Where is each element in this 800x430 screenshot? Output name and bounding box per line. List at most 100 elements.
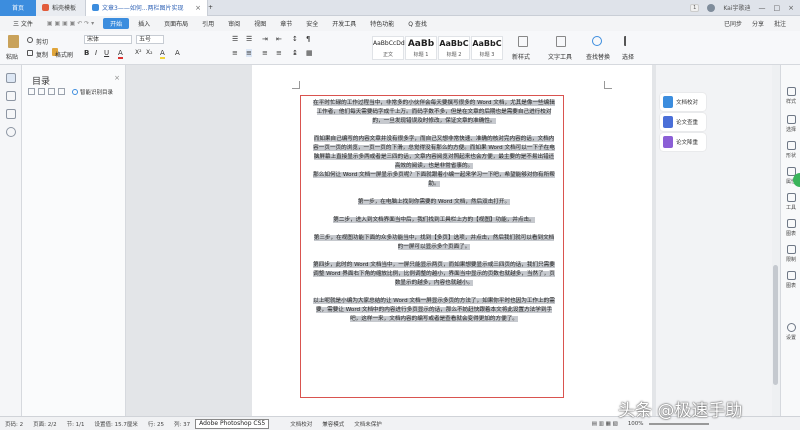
paste-label[interactable]: 粘贴 — [6, 52, 18, 61]
tab-templates[interactable]: 稻壳模板 — [36, 0, 86, 16]
select-icon[interactable] — [624, 36, 632, 46]
menu-security[interactable]: 安全 — [299, 16, 325, 31]
menu-references[interactable]: 引用 — [195, 16, 221, 31]
show-marks-icon[interactable]: ¶ — [306, 35, 310, 43]
tab-home[interactable]: 首页 — [0, 0, 36, 16]
navigation-icon[interactable] — [6, 73, 16, 83]
zoom-slider[interactable] — [648, 422, 709, 425]
user-name[interactable]: Kai宇歌迪 — [723, 3, 750, 12]
align-left-icon[interactable]: ≡ — [232, 49, 238, 57]
new-tab-button[interactable]: + — [208, 4, 213, 11]
indent-icon[interactable]: ⇥ — [262, 35, 268, 43]
text-tools-label[interactable]: 文字工具 — [548, 52, 572, 61]
user-avatar[interactable] — [707, 3, 716, 12]
float-widget-icon[interactable] — [793, 173, 800, 187]
border-icon[interactable]: ▦ — [306, 49, 313, 57]
style-heading3[interactable]: AaBbC 标题 3 — [471, 36, 503, 60]
menu-insert[interactable]: 插入 — [131, 16, 157, 31]
new-style-icon[interactable] — [518, 36, 528, 47]
bookmark-icon[interactable] — [6, 91, 16, 101]
text-tools-icon[interactable] — [556, 36, 566, 47]
view-mode-icons[interactable]: ▤ ▥ ▦ ▧ — [587, 421, 623, 427]
zoom-level[interactable]: 100% — [623, 421, 649, 427]
toc-settings-icon[interactable] — [58, 88, 65, 95]
share-button[interactable]: 分享 — [752, 19, 764, 28]
style-heading1[interactable]: AaBb 标题 1 — [405, 36, 437, 60]
copy-label[interactable]: 复制 — [36, 50, 48, 59]
menu-icons[interactable]: ▣ ▣ ▣ ▣ ↶ ↷ ▾ — [40, 16, 101, 31]
find-replace-icon[interactable] — [592, 36, 602, 46]
status-protect[interactable]: 文档未保护 — [349, 420, 387, 428]
cut-icon[interactable] — [27, 37, 33, 43]
chapter-nav-icon[interactable] — [6, 109, 16, 119]
numbered-list-icon[interactable]: ☰ — [246, 35, 252, 43]
tool-shape[interactable]: 形状 — [782, 141, 800, 159]
menu-home[interactable]: 开始 — [103, 18, 130, 29]
comment-button[interactable]: 批注 — [774, 19, 786, 28]
smart-toc-button[interactable]: 智能识别目录 — [72, 88, 113, 96]
font-color-icon[interactable]: A — [118, 49, 123, 59]
paste-icon[interactable] — [8, 35, 19, 48]
menu-view[interactable]: 视图 — [247, 16, 273, 31]
close-tab-icon[interactable]: × — [195, 4, 201, 12]
tool-style[interactable]: 样式 — [782, 87, 800, 105]
align-right-icon[interactable]: ≡ — [262, 49, 268, 57]
toc-level-icon[interactable] — [48, 88, 55, 95]
menu-chapter[interactable]: 章节 — [273, 16, 299, 31]
tool-chart[interactable]: 图表 — [782, 219, 800, 237]
minimize-icon[interactable]: — — [759, 4, 766, 12]
toc-expand-icon[interactable] — [28, 88, 35, 95]
copy-icon[interactable] — [27, 50, 33, 56]
new-style-label[interactable]: 新样式 — [512, 52, 530, 61]
document-body[interactable]: 在平时忙碌的工作过程当中，非常多的小伙伴会每天要撰写很多的 Word 文档，尤其… — [312, 99, 556, 333]
plagiarism-reduce-button[interactable]: 论文降重 — [660, 133, 706, 151]
text-effect-icon[interactable]: A — [175, 49, 180, 57]
plagiarism-check-button[interactable]: 论文查重 — [660, 113, 706, 131]
sync-button[interactable]: 已同步 — [724, 19, 742, 28]
close-window-icon[interactable]: × — [788, 4, 794, 12]
align-center-icon[interactable]: ≡ — [246, 49, 252, 57]
left-icon-strip — [0, 65, 22, 416]
find-replace-label[interactable]: 查找替换 — [586, 52, 610, 61]
underline-button[interactable]: U — [104, 49, 109, 57]
tool-chart2[interactable]: 图表 — [782, 271, 800, 289]
scrollbar-thumb[interactable] — [773, 265, 778, 385]
menu-search[interactable]: Q 查找 — [401, 16, 434, 31]
style-normal[interactable]: AaBbCcDd 正文 — [372, 36, 405, 60]
style-heading2[interactable]: AaBbC 标题 2 — [438, 36, 470, 60]
select-label[interactable]: 选择 — [622, 52, 634, 61]
cut-label[interactable]: 剪切 — [36, 37, 48, 46]
format-painter-label[interactable]: 格式刷 — [55, 50, 73, 59]
justify-icon[interactable]: ≡ — [276, 49, 282, 57]
tool-settings[interactable]: 设置 — [782, 323, 800, 341]
line-spacing-icon[interactable]: ↨ — [292, 49, 298, 57]
menu-review[interactable]: 审阅 — [221, 16, 247, 31]
taskbar-tooltip: Adobe Photoshop CS5 — [195, 418, 270, 429]
menu-features[interactable]: 特色功能 — [363, 16, 401, 31]
font-size-select[interactable]: 五号 — [136, 35, 164, 44]
toc-close-icon[interactable]: × — [114, 74, 120, 82]
sort-icon[interactable]: ↕ — [292, 35, 298, 43]
status-proof[interactable]: 文档校对 — [285, 420, 317, 428]
italic-button[interactable]: I — [95, 49, 97, 57]
menu-file[interactable]: 三 文件 — [6, 16, 40, 31]
menu-layout[interactable]: 页面布局 — [157, 16, 195, 31]
proofread-button[interactable]: 文档校对 — [660, 93, 706, 111]
subscript-icon[interactable]: X₂ — [146, 49, 153, 56]
tool-limit[interactable]: 限制 — [782, 245, 800, 263]
bullet-list-icon[interactable]: ☰ — [232, 35, 238, 43]
outdent-icon[interactable]: ⇤ — [276, 35, 282, 43]
tab-document[interactable]: 文章3——如何...两栏图片实现 × — [86, 0, 208, 16]
tool-select[interactable]: 选择 — [782, 115, 800, 133]
superscript-icon[interactable]: X² — [135, 49, 142, 56]
vertical-scrollbar[interactable] — [772, 65, 780, 416]
chart-icon — [786, 219, 796, 228]
menu-developer[interactable]: 开发工具 — [325, 16, 363, 31]
toc-collapse-icon[interactable] — [38, 88, 45, 95]
highlight-icon[interactable]: A — [160, 49, 165, 59]
tool-tools[interactable]: 工具 — [782, 193, 800, 211]
find-nav-icon[interactable] — [6, 127, 16, 137]
maximize-icon[interactable]: □ — [774, 4, 781, 12]
bold-button[interactable]: B — [84, 49, 89, 57]
font-select[interactable]: 宋体 — [84, 35, 132, 44]
